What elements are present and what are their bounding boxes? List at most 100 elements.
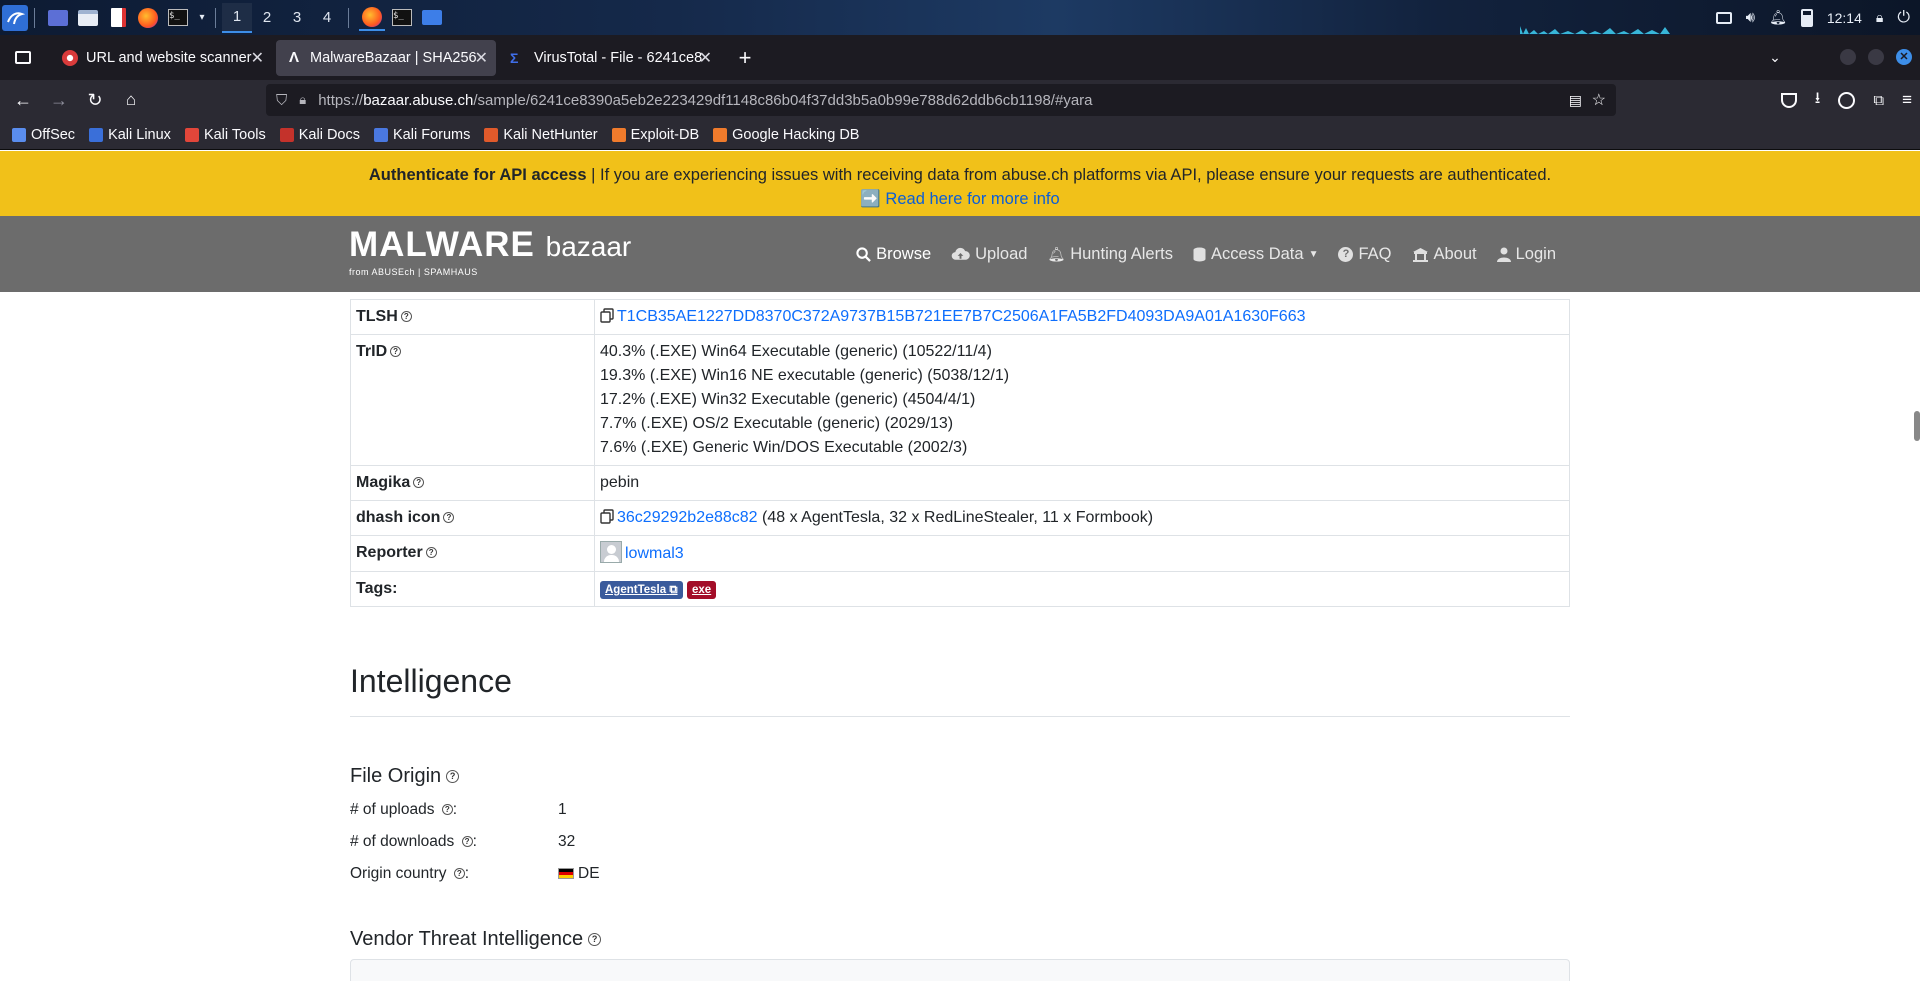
close-tab-icon[interactable]: ✕ [699, 48, 712, 68]
taskbar-separator [348, 7, 349, 28]
bookmark-exploit-db[interactable]: Exploit-DB [611, 127, 699, 143]
padlock-icon[interactable]: 🔒︎ [299, 92, 306, 108]
help-icon[interactable]: ? [443, 512, 455, 524]
lock-icon[interactable]: 🔒︎ [1876, 9, 1883, 26]
shield-icon[interactable]: ⛉ [276, 92, 287, 109]
help-icon[interactable]: ? [413, 477, 425, 489]
help-icon[interactable]: ? [441, 804, 453, 816]
help-icon[interactable]: ? [400, 311, 412, 323]
close-tab-icon[interactable]: ✕ [251, 48, 264, 68]
tab-url-scanner[interactable]: URL and website scanner ✕ [52, 40, 272, 76]
show-desktop-icon[interactable] [45, 5, 71, 31]
page-scrollbar[interactable] [1914, 411, 1920, 441]
power-icon[interactable]: ⏻ [1897, 9, 1910, 27]
file-manager-icon[interactable] [75, 5, 101, 31]
cloud-upload-icon [951, 247, 970, 260]
bookmark-kali-forums[interactable]: Kali Forums [373, 127, 470, 143]
nav-login[interactable]: Login [1496, 245, 1556, 264]
bookmark-google-hacking-db[interactable]: Google Hacking DB [713, 127, 859, 143]
pocket-icon[interactable] [1780, 92, 1797, 108]
window-maximize-button[interactable] [1868, 49, 1884, 65]
bookmark-star-icon[interactable]: ☆ [1592, 90, 1606, 110]
read-more-link[interactable]: ➡️ Read here for more info [860, 190, 1059, 208]
vendor-intel-heading: Vendor Threat Intelligence? [350, 928, 1570, 951]
logo-sub: bazaar [545, 231, 632, 262]
nav-about[interactable]: About [1412, 245, 1477, 264]
avatar [600, 541, 622, 563]
sample-info-table: TLSH? T1CB35AE1227DD8370C372A9737B15B721… [350, 299, 1570, 607]
table-row: dhash icon? 36c29292b2e88c82 (48 x Agent… [350, 500, 1570, 536]
back-arrow-icon[interactable]: ← [6, 84, 40, 116]
url-text[interactable]: https://bazaar.abuse.ch/sample/6241ce839… [318, 92, 1092, 109]
workspace-3[interactable]: 3 [282, 3, 312, 33]
bookmark-kali-linux[interactable]: Kali Linux [89, 127, 171, 143]
copy-icon[interactable] [600, 308, 614, 323]
reload-icon[interactable]: ↻ [78, 84, 112, 116]
bookmark-kali-docs[interactable]: Kali Docs [279, 127, 360, 143]
tab-virustotal[interactable]: Σ VirusTotal - File - 6241ce8 ✕ [500, 40, 720, 76]
account-icon[interactable] [1838, 91, 1856, 109]
workspace-4[interactable]: 4 [312, 3, 342, 33]
chevron-down-icon[interactable]: ▾ [195, 5, 209, 31]
forward-arrow-icon[interactable]: → [42, 84, 76, 116]
tag-exe[interactable]: exe [687, 581, 717, 599]
clock[interactable]: 12:14 [1827, 10, 1862, 26]
volume-icon[interactable]: 🔊︎ [1746, 9, 1755, 26]
nav-faq[interactable]: ? FAQ [1338, 245, 1392, 264]
dhash-link[interactable]: 36c29292b2e88c82 [617, 509, 758, 526]
bookmark-offsec[interactable]: OffSec [12, 127, 75, 143]
extensions-icon[interactable]: ⧉ [1873, 92, 1884, 109]
battery-icon[interactable] [1800, 8, 1813, 27]
text-editor-icon[interactable] [105, 5, 131, 31]
nav-upload[interactable]: Upload [951, 245, 1027, 264]
kali-linux-icon [89, 127, 104, 142]
tlsh-link[interactable]: T1CB35AE1227DD8370C372A9737B15B721EE7B7C… [617, 308, 1306, 325]
firefox-window-icon[interactable] [359, 5, 385, 31]
trid-entry: 17.2% (.EXE) Win32 Executable (generic) … [600, 391, 976, 408]
url-bar[interactable]: ⛉ 🔒︎ https://bazaar.abuse.ch/sample/6241… [266, 84, 1616, 116]
help-icon[interactable]: ? [390, 346, 402, 358]
nav-browse[interactable]: Browse [856, 245, 931, 264]
help-icon[interactable]: ? [453, 868, 465, 880]
sample-content: TLSH? T1CB35AE1227DD8370C372A9737B15B721… [350, 292, 1570, 981]
home-icon[interactable]: ⌂ [114, 84, 148, 116]
firefox-icon[interactable] [135, 5, 161, 31]
download-icon[interactable]: ⭳ [1815, 87, 1821, 114]
new-tab-icon[interactable]: + [728, 42, 762, 74]
window-close-button[interactable]: ✕ [1896, 49, 1912, 65]
close-tab-icon[interactable]: ✕ [475, 48, 488, 68]
workspace-2[interactable]: 2 [252, 3, 282, 33]
malwarebazaar-logo[interactable]: MALWARE bazaar from ABUSEch | SPAMHAUS [349, 226, 632, 278]
app-window-icon[interactable] [419, 5, 445, 31]
workspace-1[interactable]: 1 [222, 2, 252, 33]
display-icon[interactable] [1715, 11, 1732, 24]
kali-menu-icon[interactable] [2, 4, 28, 31]
virustotal-favicon-icon: Σ [510, 49, 519, 66]
bookmark-kali-tools[interactable]: Kali Tools [184, 127, 266, 143]
tag-agenttesla[interactable]: AgentTesla ⧉ [600, 581, 683, 599]
magika-value: pebin [594, 465, 1570, 501]
help-icon[interactable]: ? [461, 836, 473, 848]
help-icon[interactable]: ? [446, 770, 460, 784]
window-minimize-button[interactable] [1840, 49, 1856, 65]
table-row: TLSH? T1CB35AE1227DD8370C372A9737B15B721… [350, 299, 1570, 335]
terminal-icon[interactable]: $_ [165, 5, 191, 31]
reader-view-icon[interactable]: ▤ [1569, 92, 1582, 109]
nav-access-data[interactable]: Access Data ▼ [1193, 245, 1318, 264]
bookmark-kali-nethunter[interactable]: Kali NetHunter [484, 127, 598, 143]
hamburger-menu-icon[interactable]: ≡ [1902, 90, 1912, 110]
trid-entry: 19.3% (.EXE) Win16 NE executable (generi… [600, 367, 1010, 384]
vendor-intel-accordion[interactable] [350, 959, 1570, 981]
help-icon[interactable]: ? [588, 933, 602, 947]
reporter-link[interactable]: lowmal3 [625, 545, 684, 562]
notification-bell-icon[interactable]: 🔔︎ [1769, 9, 1787, 26]
page-viewport[interactable]: Authenticate for API access | If you are… [0, 151, 1920, 981]
help-icon[interactable]: ? [425, 547, 437, 559]
copy-icon[interactable] [600, 509, 614, 524]
nav-hunting-alerts[interactable]: 🔔︎ Hunting Alerts [1047, 245, 1173, 264]
tab-malwarebazaar[interactable]: Λ MalwareBazaar | SHA256 ✕ [276, 39, 496, 76]
terminal-window-icon[interactable]: $_ [389, 5, 415, 31]
list-all-tabs-icon[interactable]: ⌄ [1758, 42, 1792, 74]
taskbar-separator [34, 7, 35, 28]
tab-overview-icon[interactable] [6, 42, 40, 74]
